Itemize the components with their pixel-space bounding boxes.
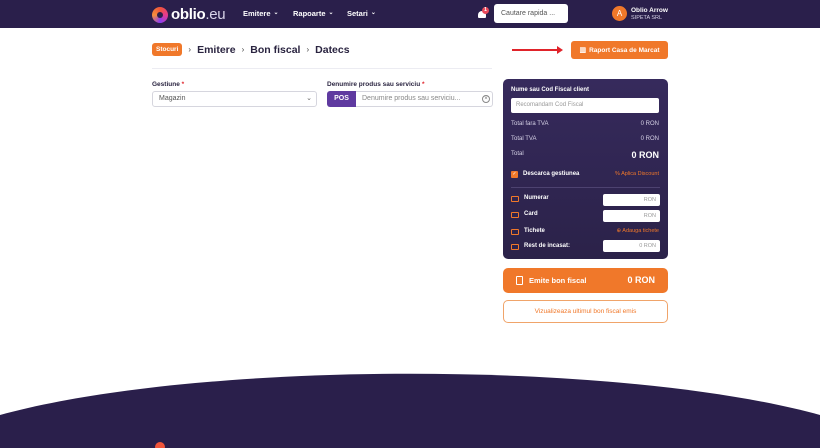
- bar-chart-icon: ▥: [579, 47, 587, 54]
- nav-setari-label: Setari: [347, 9, 368, 18]
- gestiune-select[interactable]: Magazin ⌄: [152, 91, 317, 107]
- logo-text-bold: oblio: [171, 6, 206, 23]
- raport-casa-de-marcat-button[interactable]: ▥ Raport Casa de Marcat: [571, 41, 668, 59]
- produs-input[interactable]: Denumire produs sau serviciu... ×: [356, 91, 493, 107]
- breadcrumb: Stocuri › Emitere › Bon fiscal › Datecs: [152, 43, 350, 56]
- ticket-icon: [511, 229, 519, 235]
- breadcrumb-stocuri-pill[interactable]: Stocuri: [152, 43, 183, 56]
- adauga-tichete-link[interactable]: ⊕ Adauga tichete: [616, 228, 659, 234]
- card-input[interactable]: RON: [603, 210, 660, 222]
- cash-icon: [511, 196, 519, 202]
- total-fara-tva-value: 0 RON: [640, 121, 659, 127]
- numerar-input[interactable]: RON: [603, 194, 660, 206]
- chevron-down-icon: ⌄: [273, 10, 279, 16]
- breadcrumb-item-emitere[interactable]: Emitere: [197, 44, 236, 56]
- total-fara-tva-label: Total fara TVA: [511, 121, 549, 127]
- required-mark: *: [422, 81, 425, 88]
- chevron-right-icon: ›: [306, 45, 310, 54]
- nav-emitere[interactable]: Emitere ⌄: [243, 9, 279, 18]
- nav-rapoarte[interactable]: Rapoarte ⌄: [293, 9, 334, 18]
- total-tva-label: Total TVA: [511, 136, 537, 142]
- emite-label: Emite bon fiscal: [529, 276, 587, 285]
- tichete-label: Tichete: [524, 228, 545, 234]
- calculator-icon: [511, 244, 519, 250]
- card-icon: [511, 212, 519, 218]
- annotation-arrow: [512, 49, 560, 51]
- gestiune-label: Gestiune *: [152, 81, 185, 88]
- client-label: Nume sau Cod Fiscal client: [511, 87, 590, 93]
- nav-emitere-label: Emitere: [243, 9, 271, 18]
- chevron-down-icon: ⌄: [370, 10, 376, 16]
- user-name[interactable]: Oblio Arrow: [631, 7, 668, 14]
- produs-placeholder: Denumire produs sau serviciu...: [362, 95, 461, 102]
- page-title: Datecs: [315, 43, 350, 56]
- receipt-icon: [516, 276, 523, 285]
- produs-label: Denumire produs sau serviciu *: [327, 81, 425, 88]
- quick-search-input[interactable]: Cautare rapida ...: [494, 4, 568, 23]
- divider: [511, 187, 660, 188]
- breadcrumb-item-bon-fiscal[interactable]: Bon fiscal: [250, 44, 300, 56]
- emite-amount: 0 RON: [627, 275, 655, 285]
- numerar-label: Numerar: [524, 195, 549, 201]
- rest-de-incasat-value: 0 RON: [603, 240, 660, 252]
- chevron-right-icon: ›: [188, 45, 192, 54]
- rest-de-incasat-label: Rest de incasat:: [524, 243, 571, 249]
- view-last-receipt-button[interactable]: Vizualizeaza ultimul bon fiscal emis: [503, 300, 668, 323]
- gestiune-value: Magazin: [159, 95, 186, 102]
- required-mark: *: [181, 81, 185, 88]
- clear-icon[interactable]: ×: [482, 95, 490, 103]
- chevron-down-icon: ⌄: [328, 10, 334, 16]
- notifications-bell[interactable]: 1: [476, 7, 489, 20]
- card-label: Card: [524, 211, 538, 217]
- descarca-gestiunea-checkbox[interactable]: ✓: [511, 171, 518, 178]
- notification-badge: 1: [482, 7, 489, 14]
- top-navbar: oblio.eu Emitere ⌄ Rapoarte ⌄ Setari ⌄ 1 Ca…: [0, 0, 820, 28]
- footer-logo-icon: [155, 442, 165, 448]
- aplica-discount-link[interactable]: % Aplica Discount: [615, 171, 659, 177]
- divider: [152, 68, 492, 69]
- logo-text-domain: .eu: [205, 6, 226, 23]
- receipt-panel: Nume sau Cod Fiscal client Recomandam Co…: [503, 79, 668, 259]
- nav-rapoarte-label: Rapoarte: [293, 9, 326, 18]
- footer-wave: [0, 373, 820, 448]
- nav-setari[interactable]: Setari ⌄: [347, 9, 376, 18]
- chevron-down-icon: ⌄: [306, 95, 312, 102]
- user-avatar[interactable]: A: [612, 6, 627, 21]
- plus-circle-icon: ⊕: [616, 228, 622, 234]
- total-label: Total: [511, 151, 524, 157]
- pos-button[interactable]: POS: [327, 91, 356, 107]
- oblio-logo[interactable]: oblio.eu: [152, 6, 226, 23]
- total-tva-value: 0 RON: [640, 136, 659, 142]
- chevron-right-icon: ›: [241, 45, 245, 54]
- oblio-logo-icon: [152, 6, 168, 23]
- user-company: SIPETA SRL: [631, 15, 663, 21]
- emite-bon-fiscal-button[interactable]: Emite bon fiscal 0 RON: [503, 268, 668, 293]
- annotation-arrow-head: [557, 46, 563, 54]
- total-value: 0 RON: [631, 150, 659, 160]
- client-input[interactable]: Recomandam Cod Fiscal: [511, 98, 659, 113]
- descarca-gestiunea-label: Descarca gestiunea: [523, 171, 580, 177]
- raport-button-label: Raport Casa de Marcat: [589, 46, 660, 54]
